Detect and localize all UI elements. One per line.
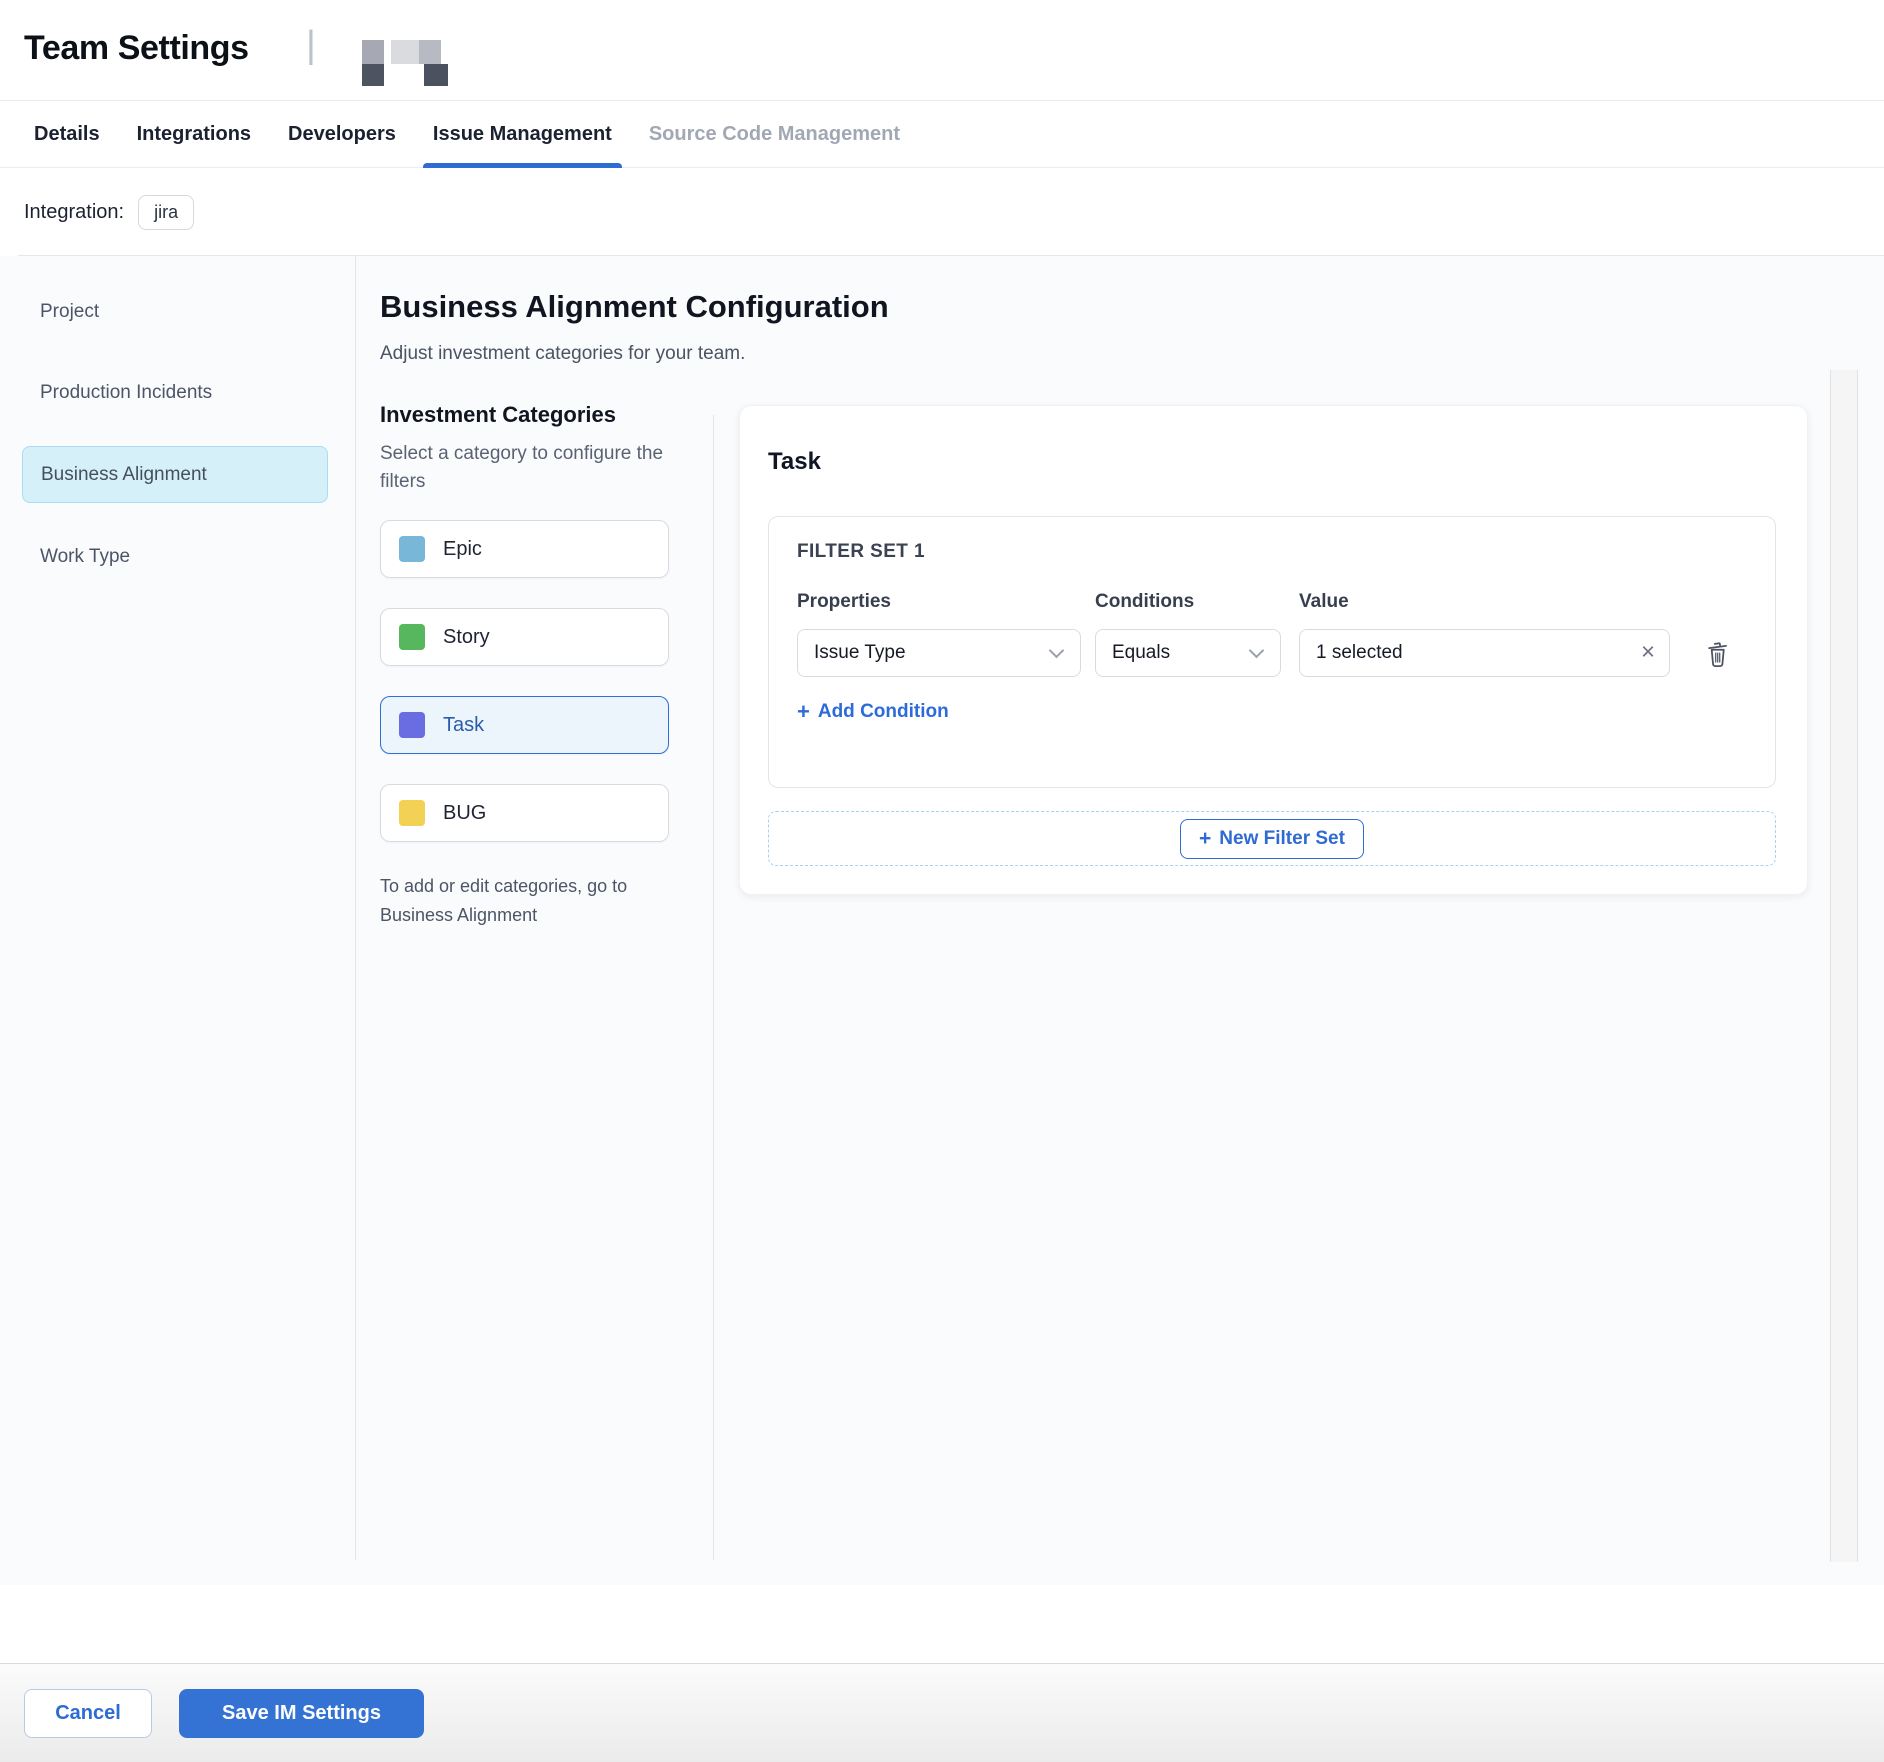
- tab-details[interactable]: Details: [34, 101, 100, 167]
- save-im-settings-button[interactable]: Save IM Settings: [179, 1689, 424, 1738]
- team-settings-page: Team Settings | Details Integrations Dev…: [0, 0, 1884, 1762]
- tab-integrations[interactable]: Integrations: [137, 101, 251, 167]
- investment-categories-column: Investment Categories Select a category …: [380, 402, 680, 930]
- tab-source-code-management[interactable]: Source Code Management: [649, 101, 900, 167]
- title-separator: |: [306, 24, 316, 67]
- new-filter-set-zone: + New Filter Set: [768, 811, 1776, 866]
- filter-column-headers: Properties Conditions Value: [797, 591, 1747, 613]
- story-color-swatch: [399, 624, 425, 650]
- task-card-title: Task: [768, 448, 1779, 476]
- filter-condition-row: Issue Type Equals 1 selected ×: [797, 629, 1747, 677]
- add-condition-button[interactable]: + Add Condition: [797, 699, 949, 725]
- footer-bar: Cancel Save IM Settings: [0, 1663, 1884, 1762]
- sidebar-divider: [355, 256, 356, 1560]
- category-button-story[interactable]: Story: [380, 608, 669, 666]
- conditions-column-header: Conditions: [1095, 591, 1281, 613]
- category-button-task[interactable]: Task: [380, 696, 669, 754]
- section-subheading: Adjust investment categories for your te…: [380, 343, 745, 365]
- delete-condition-button[interactable]: [1704, 639, 1731, 668]
- epic-color-swatch: [399, 536, 425, 562]
- clear-value-icon[interactable]: ×: [1641, 641, 1655, 665]
- scrollbar-track[interactable]: [1830, 370, 1858, 1562]
- investment-categories-title: Investment Categories: [380, 402, 680, 428]
- tab-bar: Details Integrations Developers Issue Ma…: [0, 101, 1884, 168]
- section-heading: Business Alignment Configuration: [380, 289, 889, 325]
- page-title: Team Settings: [24, 29, 249, 68]
- categories-divider: [713, 415, 714, 1560]
- category-button-epic[interactable]: Epic: [380, 520, 669, 578]
- redacted-team-name: [358, 36, 458, 88]
- page-header: Team Settings |: [0, 0, 1884, 101]
- new-filter-set-button[interactable]: + New Filter Set: [1180, 819, 1364, 859]
- integration-badge[interactable]: jira: [138, 195, 194, 230]
- condition-select[interactable]: Equals: [1095, 629, 1281, 677]
- chevron-down-icon: [1049, 643, 1065, 659]
- property-select[interactable]: Issue Type: [797, 629, 1081, 677]
- sidebar-item-work-type[interactable]: Work Type: [22, 528, 328, 585]
- plus-icon: +: [797, 699, 810, 725]
- value-column-header: Value: [1299, 591, 1670, 613]
- filter-set-title: FILTER SET 1: [797, 541, 1747, 563]
- integration-bar: Integration: jira: [0, 168, 1884, 256]
- trash-icon: [1704, 639, 1731, 668]
- sidebar-item-production-incidents[interactable]: Production Incidents: [22, 364, 328, 421]
- task-configuration-card: Task FILTER SET 1 Properties Conditions …: [739, 405, 1808, 895]
- tab-issue-management[interactable]: Issue Management: [433, 101, 612, 167]
- content-area: Project Production Incidents Business Al…: [0, 256, 1884, 1585]
- sidebar-item-project[interactable]: Project: [22, 283, 328, 340]
- investment-categories-description: Select a category to configure the filte…: [380, 440, 665, 496]
- task-color-swatch: [399, 712, 425, 738]
- plus-icon: +: [1199, 827, 1211, 851]
- categories-note: To add or edit categories, go to Busines…: [380, 872, 672, 930]
- tab-developers[interactable]: Developers: [288, 101, 396, 167]
- properties-column-header: Properties: [797, 591, 1081, 613]
- category-button-bug[interactable]: BUG: [380, 784, 669, 842]
- chevron-down-icon: [1249, 643, 1265, 659]
- filter-set-box: FILTER SET 1 Properties Conditions Value…: [768, 516, 1776, 788]
- cancel-button[interactable]: Cancel: [24, 1689, 152, 1738]
- sidebar-item-business-alignment[interactable]: Business Alignment: [22, 446, 328, 503]
- value-multiselect[interactable]: 1 selected ×: [1299, 629, 1670, 677]
- bug-color-swatch: [399, 800, 425, 826]
- category-list: Epic Story Task BUG: [380, 520, 680, 842]
- integration-label: Integration:: [24, 201, 124, 224]
